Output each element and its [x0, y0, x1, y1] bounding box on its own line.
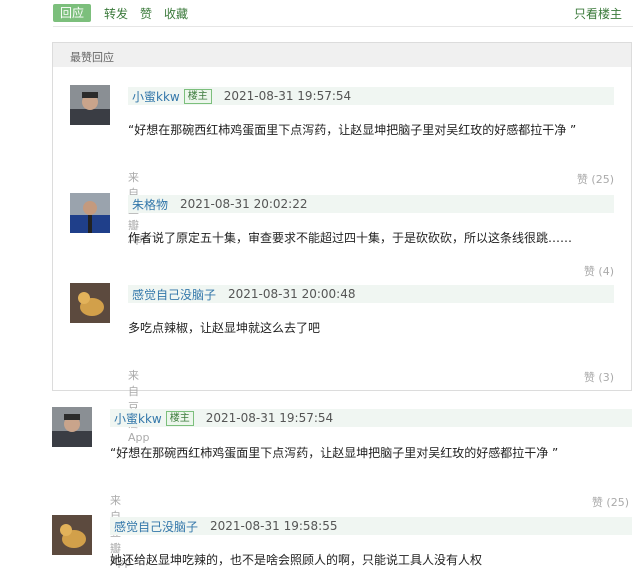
username-link[interactable]: 感觉自己没脑子: [114, 518, 198, 535]
like-count[interactable]: 赞 (25): [540, 171, 614, 187]
like-count[interactable]: 赞 (25): [552, 494, 629, 510]
post-actions: 回应 转发 赞 收藏: [53, 4, 188, 22]
op-badge: 楼主: [165, 410, 194, 426]
comment-text: “好想在那碗西红柿鸡蛋面里下点泻药，让赵显坤把脑子里对吴红玫的好感都拉干净 ”: [110, 446, 559, 460]
comment-meta: 小蜜kkw 楼主 2021-08-31 19:57:54: [128, 87, 614, 105]
username-link[interactable]: 小蜜kkw: [132, 88, 180, 105]
username-link[interactable]: 小蜜kkw: [114, 410, 162, 427]
comment-text: “好想在那碗西红柿鸡蛋面里下点泻药，让赵显坤把脑子里对吴红玫的好感都拉干净 ”: [128, 123, 577, 137]
timestamp: 2021-08-31 19:58:55: [210, 519, 338, 533]
avatar[interactable]: [52, 407, 92, 447]
like-count[interactable]: 赞 (3): [540, 369, 614, 385]
comment-meta: 朱格物 2021-08-31 20:02:22: [128, 195, 614, 213]
timestamp: 2021-08-31 20:02:22: [180, 197, 308, 211]
like-count[interactable]: 赞 (4): [540, 263, 614, 279]
avatar[interactable]: [70, 193, 110, 233]
collect-link[interactable]: 收藏: [164, 5, 188, 22]
divider: [53, 26, 633, 27]
avatar[interactable]: [70, 283, 110, 323]
section-title: 最赞回应: [53, 43, 631, 67]
comment-text: 多吃点辣椒，让赵显坤就这么去了吧: [128, 321, 321, 335]
username-link[interactable]: 朱格物: [132, 196, 168, 213]
top-replies-box: 最赞回应 小蜜kkw 楼主 2021-08-31 19:57:54 “好想在那碗…: [52, 42, 632, 444]
only-op-link[interactable]: 只看楼主: [574, 5, 622, 22]
op-badge: 楼主: [183, 88, 212, 104]
timestamp: 2021-08-31 19:57:54: [205, 411, 334, 425]
repost-link[interactable]: 转发: [104, 5, 128, 22]
reply-button[interactable]: 回应: [53, 4, 92, 22]
avatar[interactable]: [52, 515, 92, 555]
timestamp: 2021-08-31 19:57:54: [223, 89, 352, 103]
comment-text: 作者说了原定五十集，审查要求不能超过四十集，于是砍砍砍，所以这条线很跳……: [128, 231, 573, 245]
comment-source: 来自 豆瓣App: [128, 369, 150, 444]
comment-meta: 小蜜kkw 楼主 2021-08-31 19:57:54: [110, 409, 632, 427]
comment-meta: 感觉自己没脑子 2021-08-31 20:00:48: [128, 285, 614, 303]
comment-text: 她还给赵显坤吃辣的，也不是啥会照顾人的啊，只能说工具人没有人权: [110, 553, 483, 567]
comment-meta: 感觉自己没脑子 2021-08-31 19:58:55: [110, 517, 632, 535]
like-link[interactable]: 赞: [140, 5, 152, 22]
avatar[interactable]: [70, 85, 110, 125]
username-link[interactable]: 感觉自己没脑子: [132, 286, 216, 303]
timestamp: 2021-08-31 20:00:48: [228, 287, 356, 301]
